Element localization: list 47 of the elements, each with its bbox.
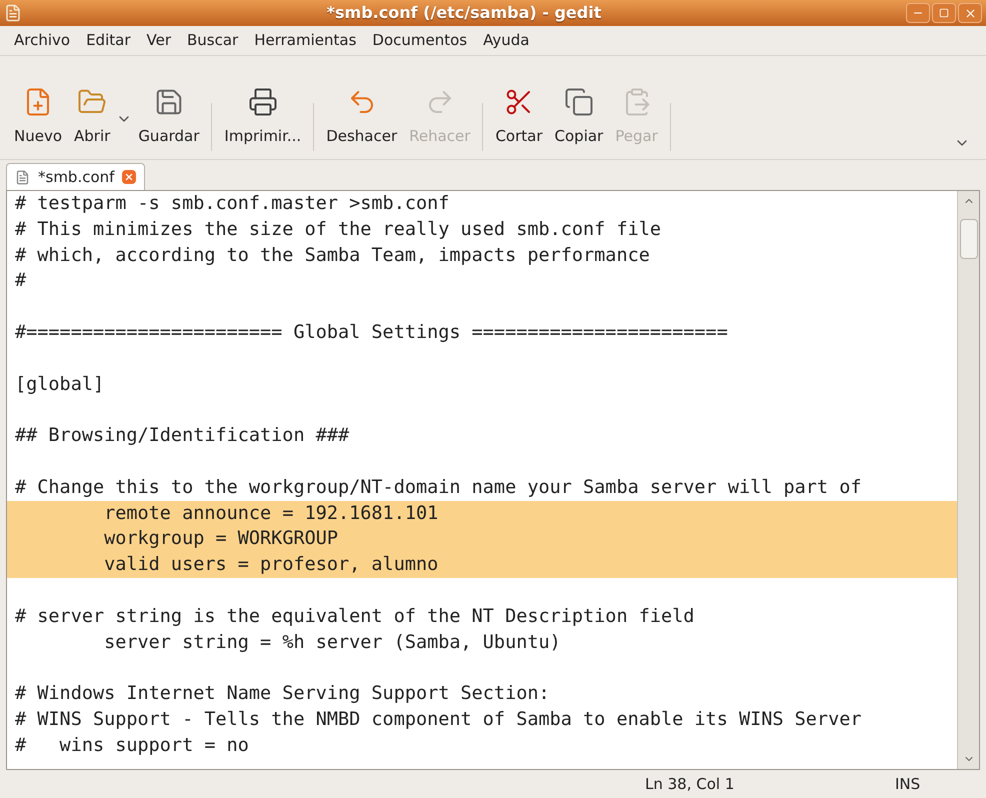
menu-item[interactable]: Buscar (181, 29, 244, 52)
insert-mode: INS (895, 774, 920, 795)
minimize-button[interactable] (906, 3, 930, 23)
code-line: # testparm -s smb.conf.master >smb.conf (15, 193, 450, 214)
tab-label: *smb.conf (38, 166, 114, 188)
code-line: valid users = profesor, alumno (103, 554, 438, 576)
scrollbar-thumb[interactable] (960, 219, 978, 259)
menu-item[interactable]: Documentos (366, 29, 474, 52)
close-icon (964, 6, 976, 20)
toolbar-button[interactable]: Abrir (68, 82, 116, 151)
code-line: # WINS Support - Tells the NMBD component of Samba to enable its WINS Server (15, 708, 862, 730)
window-title: *smb.conf (/etc/samba) - gedit (326, 2, 602, 24)
close-button[interactable] (958, 3, 982, 23)
toolbar-button[interactable]: Guardar (132, 82, 206, 151)
toolbar-button[interactable]: Deshacer (320, 82, 404, 151)
copy-icon (564, 86, 594, 116)
maximize-button[interactable] (932, 3, 956, 23)
code-line: workgroup = WORKGROUP (103, 528, 338, 550)
code-line: remote announce = 192.1681.101 (103, 502, 438, 524)
menu-item[interactable]: Ver (140, 29, 177, 52)
maximize-icon (939, 8, 949, 18)
code-line: # which, according to the Samba Team, impacts performance (15, 244, 650, 266)
printer-icon (248, 86, 278, 116)
code-line: server string = %h server (Samba, Ubuntu) (103, 632, 561, 653)
code-line: # (15, 270, 26, 292)
code-line: # This minimizes the size of the really used smb.conf file (15, 218, 662, 240)
document-tab[interactable]: *smb.conf (6, 163, 146, 190)
code-line: # server string is the equivalent of the NT Description field (15, 606, 694, 627)
code-line: ## Browsing/Identification ### (15, 425, 350, 446)
code-line: # Windows Internet Name Serving Support Section: (15, 683, 550, 704)
menu-item[interactable]: Editar (80, 29, 136, 52)
tab-close-icon[interactable] (122, 170, 136, 184)
code-line: #======================= Global Settings ======================= (15, 322, 728, 343)
menu-item[interactable]: Archivo (8, 29, 76, 52)
toolbar-button[interactable]: Copiar (548, 82, 610, 151)
app-icon (4, 4, 22, 22)
code-line: [global] (15, 374, 104, 395)
code-line: # Change this to the workgroup/NT-domain name your Samba server will part of (15, 476, 862, 498)
toolbar-button[interactable]: Cortar (489, 82, 549, 151)
toolbar-button[interactable]: Imprimir... (218, 82, 308, 151)
vertical-scrollbar[interactable] (957, 191, 979, 769)
menu-item[interactable]: Herramientas (248, 29, 362, 52)
code-line: # wins support = no (15, 734, 249, 756)
toolbar-button[interactable]: Nuevo (8, 82, 68, 151)
document-icon (15, 170, 30, 184)
menu-item[interactable]: Ayuda (477, 29, 536, 52)
cursor-position: Ln 38, Col 1 (645, 774, 736, 795)
